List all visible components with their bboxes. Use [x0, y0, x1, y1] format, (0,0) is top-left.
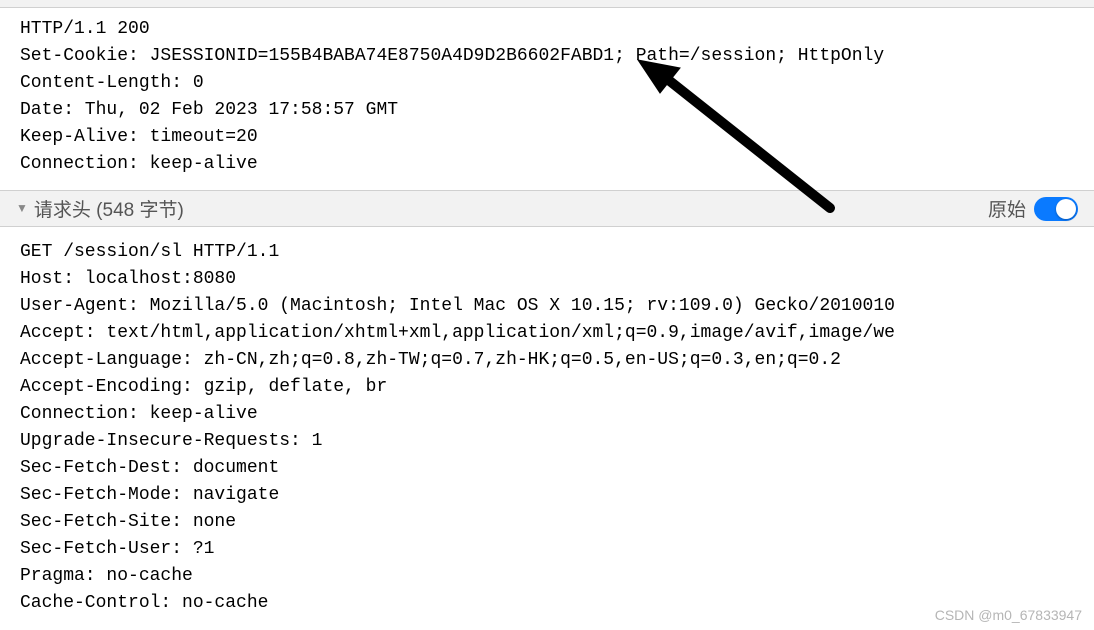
request-headers-block: GET /session/sl HTTP/1.1 Host: localhost… — [0, 227, 1094, 629]
top-divider — [0, 0, 1094, 8]
toggle-knob — [1056, 199, 1076, 219]
response-headers-block: HTTP/1.1 200 Set-Cookie: JSESSIONID=155B… — [0, 8, 1094, 190]
section-right: 原始 — [988, 195, 1078, 222]
raw-toggle[interactable] — [1034, 197, 1078, 221]
request-header-section-bar[interactable]: ▼ 请求头 (548 字节) 原始 — [0, 190, 1094, 227]
section-left: ▼ 请求头 (548 字节) — [16, 195, 184, 222]
collapse-triangle-icon[interactable]: ▼ — [16, 201, 28, 215]
section-title: 请求头 (548 字节) — [34, 195, 184, 222]
raw-toggle-label: 原始 — [988, 195, 1026, 222]
